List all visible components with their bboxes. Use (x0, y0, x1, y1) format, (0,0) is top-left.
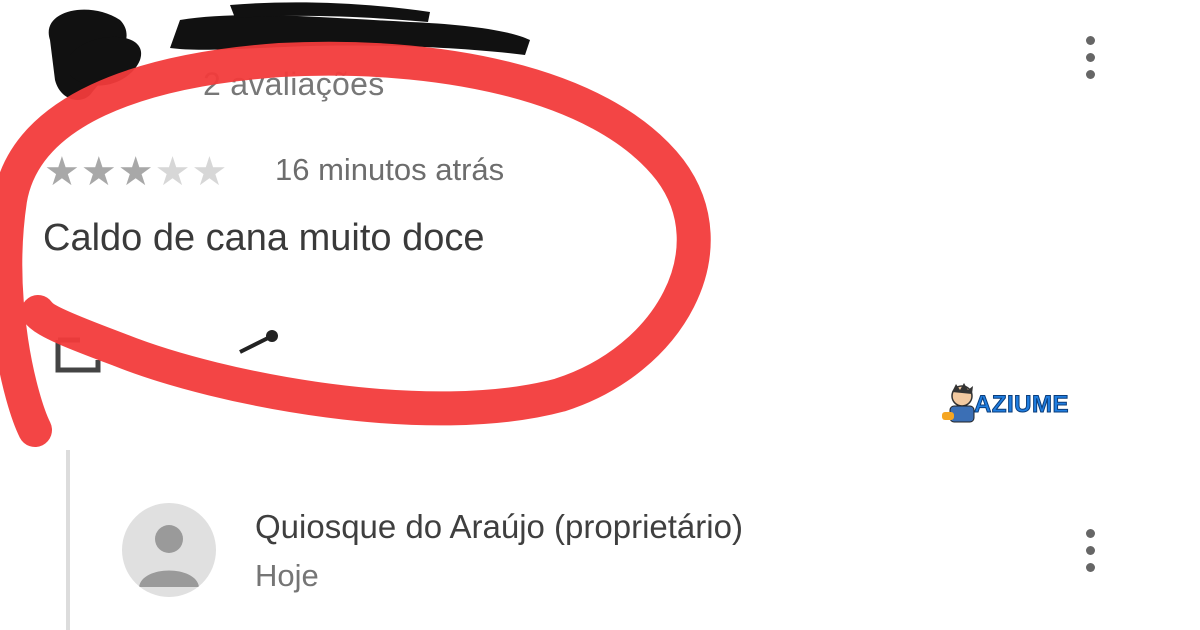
star-icon: ★ (80, 150, 117, 194)
review-text: Caldo de cana muito doce (43, 217, 485, 259)
star-icon: ★ (154, 150, 191, 194)
person-icon (139, 525, 199, 587)
star-icon: ★ (191, 150, 228, 194)
owner-avatar[interactable] (122, 503, 216, 597)
star-icon: ★ (44, 150, 80, 194)
review-count-text: 2 avaliações (203, 66, 385, 102)
reply-thread-line (66, 450, 70, 630)
review-actions (55, 330, 278, 373)
more-vert-icon[interactable] (1075, 520, 1105, 580)
more-vert-icon[interactable] (1075, 27, 1105, 87)
review-timestamp: 16 minutos atrás (275, 152, 505, 187)
share-icon[interactable] (239, 330, 278, 354)
star-rating: ★ ★ ★ ★ ★ (44, 150, 227, 194)
reply-date: Hoje (255, 558, 319, 593)
watermark-logo: AZIUME (940, 382, 1090, 428)
watermark-text: AZIUME (974, 391, 1070, 419)
edit-icon[interactable] (55, 337, 101, 373)
reply-owner-name[interactable]: Quiosque do Araújo (proprietário) (255, 508, 743, 546)
star-icon: ★ (117, 150, 154, 194)
